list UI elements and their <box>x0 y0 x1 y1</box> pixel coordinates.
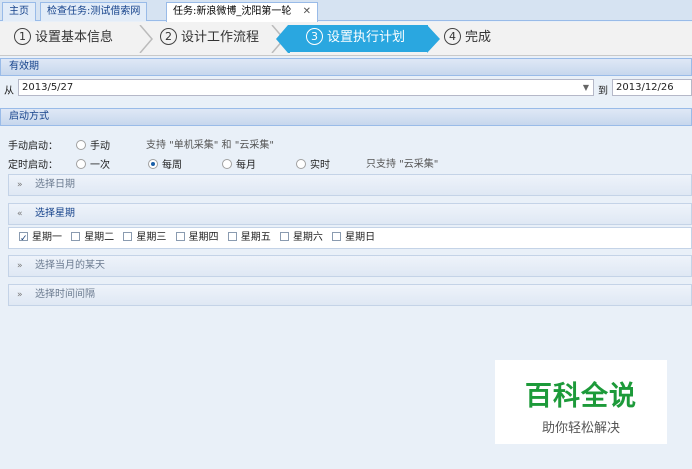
chevron-right-icon <box>427 25 440 53</box>
section-select-month-day[interactable]: » 选择当月的某天 <box>8 255 692 277</box>
step-label: 设置执行计划 <box>327 30 406 45</box>
checkbox-monday[interactable]: 星期一 <box>19 229 62 249</box>
checkbox-wednesday[interactable]: 星期三 <box>123 232 166 243</box>
checkbox-icon <box>71 232 81 241</box>
section-label: 选择时间间隔 <box>35 289 95 300</box>
step-label: 设置基本信息 <box>35 30 114 45</box>
section-select-date[interactable]: » 选择日期 <box>8 174 692 196</box>
section-label: 选择当月的某天 <box>35 260 105 271</box>
close-icon[interactable]: ✕ <box>303 6 311 17</box>
to-label: 到 <box>598 86 608 97</box>
weekday-label: 星期三 <box>136 232 167 243</box>
weekday-checkboxes: 星期一 星期二 星期三 星期四 星期五 星期六 星期日 <box>8 227 692 249</box>
section-label: 选择星期 <box>35 208 75 219</box>
option-label: 一次 <box>90 160 110 171</box>
from-date-field[interactable]: 2013/5/27 ▼ <box>18 79 594 96</box>
checkbox-icon <box>332 232 342 241</box>
step-number: 3 <box>306 28 323 45</box>
expand-icon: » <box>17 290 23 300</box>
checkbox-saturday[interactable]: 星期六 <box>279 232 323 243</box>
step-finish[interactable]: 4 完成 <box>444 26 491 50</box>
to-date-value: 2013/12/26 <box>616 82 674 93</box>
checkbox-thursday[interactable]: 星期四 <box>175 232 219 243</box>
dropdown-arrow-icon[interactable]: ▼ <box>583 80 589 95</box>
from-date-value: 2013/5/27 <box>22 82 74 93</box>
radio-once[interactable]: 一次 <box>76 156 110 171</box>
tab-current-task[interactable]: 任务:新浪微博_沈阳第一轮 ✕ <box>166 2 318 22</box>
watermark-logo: 百科全说 助你轻松解决 <box>495 360 667 444</box>
chevron-right-icon <box>271 25 290 53</box>
weekday-label: 星期四 <box>188 232 219 243</box>
step-number: 4 <box>444 28 461 45</box>
tab-check-task[interactable]: 检查任务:测试借索网 <box>40 2 148 21</box>
radio-monthly[interactable]: 每月 <box>222 156 256 171</box>
option-label: 每周 <box>162 160 182 171</box>
start-title: 启动方式 <box>9 111 49 122</box>
checkbox-icon <box>227 232 237 241</box>
timed-start-label: 定时启动： <box>8 160 58 171</box>
tab-bar: 主页 检查任务:测试借索网 任务:新浪微博_沈阳第一轮 ✕ <box>0 0 692 22</box>
radio-icon <box>222 159 232 169</box>
option-label: 每月 <box>236 160 256 171</box>
from-label: 从 <box>4 86 14 97</box>
checkbox-checked-icon <box>19 229 28 249</box>
manual-start-label: 手动启动： <box>8 141 58 152</box>
step-basic-info[interactable]: 1 设置基本信息 <box>14 26 113 50</box>
radio-realtime[interactable]: 实时 <box>296 156 330 171</box>
chevron-right-icon <box>139 25 153 53</box>
checkbox-icon <box>175 232 185 241</box>
watermark-subtitle: 助你轻松解决 <box>541 421 620 436</box>
manual-option-label: 手动 <box>90 141 110 152</box>
section-label: 选择日期 <box>35 179 75 190</box>
weekday-label: 星期六 <box>292 232 323 243</box>
validity-title: 有效期 <box>9 61 39 72</box>
step-schedule[interactable]: 3 设置执行计划 <box>306 26 405 50</box>
section-select-week[interactable]: « 选择星期 <box>8 203 692 225</box>
radio-icon <box>76 140 86 150</box>
checkbox-icon <box>123 232 133 241</box>
collapse-icon: « <box>17 209 23 219</box>
start-panel-header[interactable]: 启动方式 <box>0 108 692 126</box>
weekday-label: 星期二 <box>84 232 115 243</box>
tab-check-task-label: 检查任务:测试借索网 <box>47 6 141 17</box>
step-label: 完成 <box>465 30 492 45</box>
checkbox-friday[interactable]: 星期五 <box>227 232 271 243</box>
step-number: 2 <box>160 28 177 45</box>
step-label: 设计工作流程 <box>181 30 260 45</box>
section-select-interval[interactable]: » 选择时间间隔 <box>8 284 692 306</box>
validity-panel-header[interactable]: 有效期 <box>0 58 692 76</box>
radio-icon <box>76 159 86 169</box>
weekday-label: 星期五 <box>240 232 271 243</box>
step-workflow[interactable]: 2 设计工作流程 <box>160 26 259 50</box>
manual-hint: 支持 "单机采集" 和 "云采集" <box>146 140 274 151</box>
tab-home-label: 主页 <box>9 6 29 17</box>
to-date-field[interactable]: 2013/12/26 <box>612 79 692 96</box>
manual-radio[interactable]: 手动 <box>76 137 110 152</box>
radio-checked-icon <box>148 159 158 169</box>
radio-icon <box>296 159 306 169</box>
radio-weekly[interactable]: 每周 <box>148 156 182 171</box>
tab-home[interactable]: 主页 <box>2 2 36 21</box>
timed-hint: 只支持 "云采集" <box>366 159 439 170</box>
weekday-label: 星期日 <box>345 232 376 243</box>
checkbox-tuesday[interactable]: 星期二 <box>71 232 114 243</box>
watermark-title: 百科全说 <box>525 381 637 412</box>
expand-icon: » <box>17 180 23 190</box>
checkbox-icon <box>279 232 289 241</box>
weekday-label: 星期一 <box>32 232 62 243</box>
checkbox-sunday[interactable]: 星期日 <box>332 232 375 243</box>
step-number: 1 <box>14 28 31 45</box>
tab-current-task-label: 任务:新浪微博_沈阳第一轮 <box>173 6 292 17</box>
expand-icon: » <box>17 261 23 271</box>
wizard-steps: 1 设置基本信息 2 设计工作流程 3 设置执行计划 4 完成 <box>0 22 692 56</box>
option-label: 实时 <box>310 160 330 171</box>
